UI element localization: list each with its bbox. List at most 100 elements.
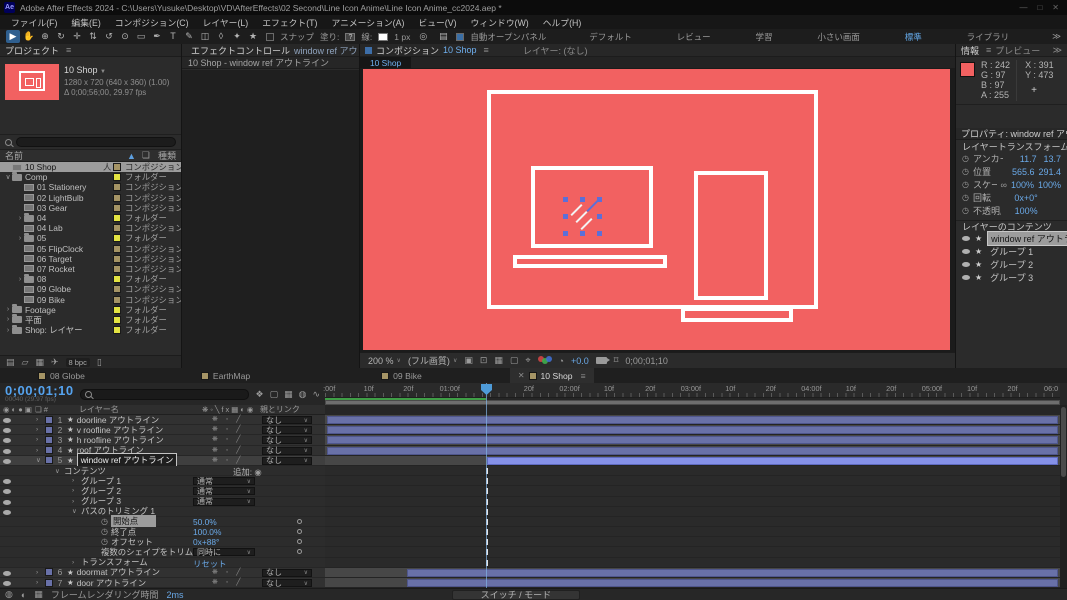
layer-duration-bar[interactable]	[407, 579, 1057, 587]
transform-property-row[interactable]: ◷ アンカー 11.7 13.7	[956, 152, 1067, 165]
timeline-tab[interactable]: 08 Globe	[30, 368, 93, 383]
label-color-swatch[interactable]	[113, 245, 121, 253]
resolution-icon[interactable]: ◔	[559, 356, 564, 366]
item-name[interactable]: 05	[37, 233, 113, 243]
parent-link-dropdown[interactable]: なし	[262, 426, 312, 434]
current-timecode[interactable]: 0;00;01;10	[5, 385, 74, 396]
timeline-row[interactable]: ★ ◷ 複数のシェイプをトリム 同時に	[0, 547, 1067, 557]
stroke-swatch[interactable]	[378, 33, 388, 41]
timeline-tab[interactable]: EarthMap	[193, 368, 258, 383]
transform-property-row[interactable]: ◷ 不透明度 100%	[956, 204, 1067, 217]
content-item[interactable]: ★ グループ 1	[956, 245, 1067, 258]
label-column-icon[interactable]: ❏	[142, 150, 150, 161]
project-item[interactable]: › Shop: レイヤー 人 フォルダー	[0, 325, 181, 335]
timeline-row[interactable]: › ★ ◷ グループ 1 通常	[0, 476, 1067, 486]
expand-arrow-icon[interactable]: ∨	[72, 507, 78, 515]
column-parent-link[interactable]: 親とリンク	[260, 404, 300, 415]
item-name[interactable]: 06 Target	[37, 254, 113, 264]
region-of-interest-icon[interactable]: ⊡	[480, 355, 488, 366]
layer-track[interactable]	[325, 466, 1060, 476]
bit-depth-button[interactable]: 8 bpc	[66, 358, 90, 367]
zoom-tool-icon[interactable]: ⊕	[38, 30, 52, 43]
stopwatch-icon[interactable]: ◷	[962, 167, 969, 176]
label-color-swatch[interactable]	[113, 275, 121, 283]
rotation-indicator-icon[interactable]: ◎	[416, 30, 430, 43]
content-item-name[interactable]: グループ 3	[987, 271, 1036, 284]
workspace-tab[interactable]: デフォルト	[581, 31, 640, 43]
tab-layer-viewer[interactable]: レイヤー: (なし)	[523, 44, 588, 57]
work-area-bar[interactable]	[325, 400, 1060, 405]
eye-icon[interactable]	[3, 500, 11, 505]
expand-arrow-icon[interactable]: ›	[4, 306, 12, 313]
workspace-overflow-icon[interactable]: ≫	[1052, 31, 1061, 42]
property-value-2[interactable]: 13.7	[1041, 154, 1061, 164]
eye-icon[interactable]	[3, 581, 11, 586]
menu-item[interactable]: コンポジション(C)	[108, 16, 196, 29]
item-name[interactable]: Shop: レイヤー	[25, 324, 113, 336]
keyframe-toggle-icon[interactable]	[297, 549, 302, 554]
keyframe-toggle-icon[interactable]	[297, 519, 302, 524]
pan-behind-tool-icon[interactable]: ⊙	[118, 30, 132, 43]
transform-property-row[interactable]: ◷ スケール ∞ 100% 100%	[956, 178, 1067, 191]
property-value[interactable]: 100.0%	[193, 527, 221, 537]
column-type[interactable]: 種類	[158, 149, 176, 162]
blend-mode-dropdown[interactable]: 通常	[193, 498, 255, 506]
roto-brush-tool-icon[interactable]: ✦	[230, 30, 244, 43]
layer-label-swatch[interactable]	[45, 456, 53, 464]
panel-menu-icon[interactable]: ≡	[986, 45, 991, 55]
eye-icon[interactable]	[3, 449, 11, 454]
tab-project[interactable]: プロジェクト	[5, 44, 59, 57]
layer-duration-bar[interactable]	[407, 569, 1057, 577]
content-item[interactable]: ★ グループ 3	[956, 271, 1067, 284]
property-value-1[interactable]: 11.7	[1016, 154, 1036, 164]
eye-icon[interactable]	[962, 236, 970, 241]
tab-info[interactable]: 情報	[961, 44, 979, 57]
blend-mode-dropdown[interactable]: 同時に	[193, 548, 255, 556]
menu-item[interactable]: 編集(E)	[64, 16, 107, 29]
eye-icon[interactable]	[3, 571, 11, 576]
label-color-swatch[interactable]	[113, 214, 121, 222]
label-color-swatch[interactable]	[113, 255, 121, 263]
layer-label-swatch[interactable]	[45, 446, 53, 454]
clone-stamp-tool-icon[interactable]: ◫	[198, 30, 212, 43]
orbit-camera-tool-icon[interactable]: ↻	[54, 30, 68, 43]
panel-overflow-icon[interactable]: ≫	[1053, 45, 1062, 56]
property-value[interactable]: 0x+88°	[193, 537, 219, 547]
layer-label-swatch[interactable]	[45, 436, 53, 444]
layer-track[interactable]	[325, 517, 1060, 527]
content-item-name[interactable]: window ref アウトライン	[987, 231, 1067, 246]
keyframe-toggle-icon[interactable]	[297, 529, 302, 534]
item-name[interactable]: 02 LightBulb	[37, 193, 113, 203]
layer-duration-bar[interactable]	[327, 447, 1058, 455]
timeline-tab[interactable]: 09 Bike	[373, 368, 430, 383]
layer-track[interactable]	[325, 476, 1060, 486]
tab-effect-controls[interactable]: エフェクトコントロール	[191, 44, 290, 57]
new-folder-icon[interactable]: ▱	[22, 357, 29, 368]
guides-icon[interactable]: ▢	[510, 355, 519, 366]
workspace-tab[interactable]: レビュー	[669, 31, 719, 43]
panel-menu-icon[interactable]: ≡	[581, 371, 586, 381]
snap-checkbox[interactable]	[266, 33, 274, 41]
property-value-1[interactable]: 100%	[1011, 180, 1034, 190]
label-color-swatch[interactable]	[113, 204, 121, 212]
menu-item[interactable]: レイヤー(L)	[196, 16, 256, 29]
expand-arrow-icon[interactable]: ›	[4, 327, 12, 334]
property-value-1[interactable]: 0x+0°	[1014, 193, 1037, 203]
interpret-footage-icon[interactable]: ▤	[6, 357, 15, 368]
label-color-swatch[interactable]	[113, 285, 121, 293]
expand-arrow-icon[interactable]: ›	[16, 276, 24, 283]
eye-icon[interactable]	[962, 262, 970, 267]
composition-tab-name[interactable]: 10 Shop	[443, 45, 477, 55]
expand-arrow-icon[interactable]: ›	[16, 235, 24, 242]
content-item[interactable]: ★ グループ 2	[956, 258, 1067, 271]
toggle-icon-c[interactable]: ▦	[34, 589, 43, 600]
item-name[interactable]: 07 Rocket	[37, 264, 113, 274]
adjust-icon[interactable]: ✈	[51, 357, 59, 368]
eye-icon[interactable]	[3, 428, 11, 433]
property-value-2[interactable]: 100%	[1038, 180, 1061, 190]
timeline-row[interactable]: ∨ ★ ◷ コンテンツ 追加:	[0, 466, 1067, 476]
property-value-2[interactable]: 291.4	[1038, 167, 1061, 177]
stopwatch-icon[interactable]: ◷	[101, 527, 108, 536]
blend-mode-dropdown[interactable]: 通常	[193, 477, 255, 485]
timeline-search-input[interactable]	[80, 389, 250, 400]
